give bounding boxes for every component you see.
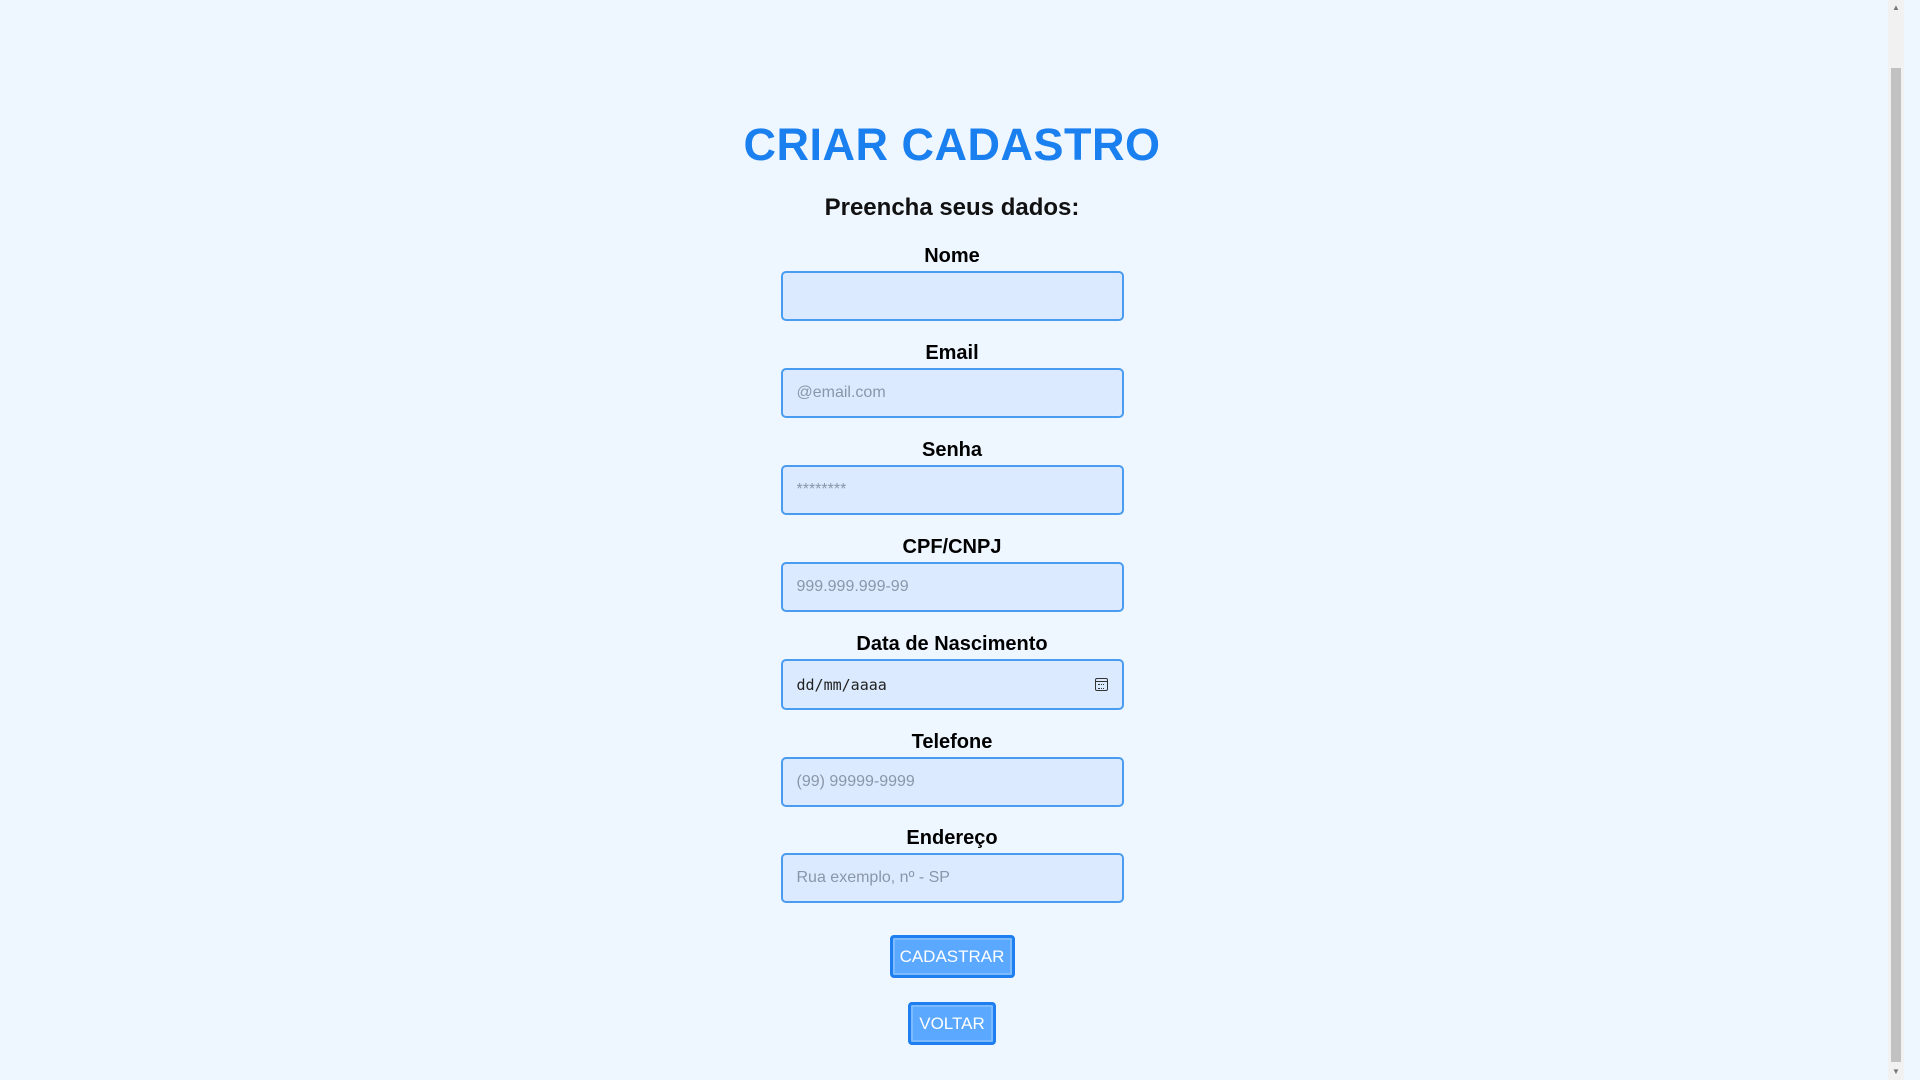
form-subtitle: Preencha seus dados:: [824, 194, 1080, 221]
email-label: Email: [925, 342, 979, 364]
scroll-down-arrow-icon[interactable]: ▼: [1888, 1064, 1904, 1080]
telefone-label: Telefone: [911, 731, 993, 753]
vertical-scrollbar[interactable]: ▲ ▼: [1888, 0, 1904, 1080]
nascimento-input[interactable]: dd/mm/aaaa: [780, 659, 1124, 710]
senha-input[interactable]: [780, 465, 1124, 515]
telefone-input[interactable]: [780, 757, 1124, 807]
cadastrar-button[interactable]: CADASTRAR: [889, 935, 1015, 978]
field-endereco: Endereço: [780, 826, 1124, 903]
endereco-input[interactable]: [780, 853, 1124, 903]
voltar-button[interactable]: VOLTAR: [908, 1002, 996, 1045]
date-value: dd/mm/aaaa: [796, 675, 887, 694]
page-title: CRIAR CADASTRO: [743, 119, 1161, 170]
senha-label: Senha: [921, 439, 983, 461]
field-cpf: CPF/CNPJ: [780, 535, 1124, 612]
scroll-thumb[interactable]: [1891, 68, 1901, 1062]
field-email: Email: [780, 341, 1124, 418]
cpf-label: CPF/CNPJ: [902, 536, 1002, 558]
field-telefone: Telefone: [780, 730, 1124, 807]
field-nascimento: Data de Nascimento dd/mm/aaaa: [780, 632, 1124, 710]
page: CRIAR CADASTRO Preencha seus dados: Nome…: [0, 0, 1904, 1080]
cpf-input[interactable]: [780, 562, 1124, 612]
field-senha: Senha: [780, 438, 1124, 515]
signup-form: CRIAR CADASTRO Preencha seus dados: Nome…: [0, 0, 1904, 1045]
email-input[interactable]: [780, 368, 1124, 418]
nascimento-label: Data de Nascimento: [856, 633, 1048, 655]
nome-label: Nome: [924, 245, 980, 267]
nome-input[interactable]: [780, 271, 1124, 321]
calendar-icon[interactable]: [1094, 678, 1108, 691]
endereco-label: Endereço: [906, 827, 998, 849]
scroll-up-arrow-icon[interactable]: ▲: [1888, 0, 1904, 16]
field-nome: Nome: [780, 244, 1124, 321]
